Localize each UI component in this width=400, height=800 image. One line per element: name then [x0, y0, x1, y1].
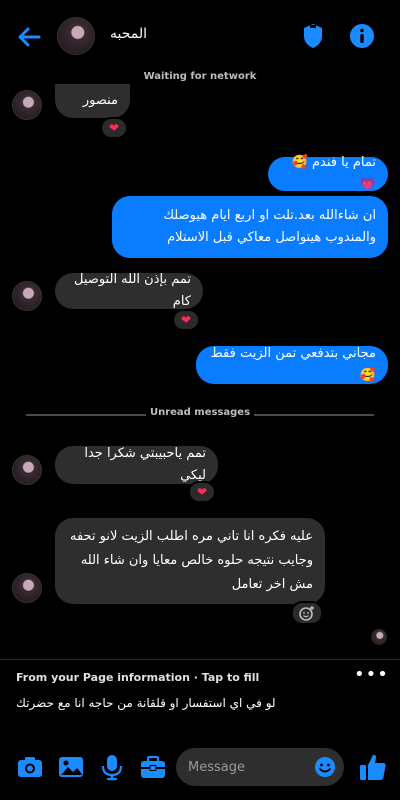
info-icon[interactable] — [348, 22, 376, 50]
conversation-header: المحبه — [0, 0, 400, 70]
sender-avatar[interactable] — [12, 281, 42, 311]
unread-divider: Unread messages — [0, 407, 400, 421]
heart-reaction-icon[interactable]: ❤ — [172, 309, 200, 331]
message-input-container[interactable] — [176, 748, 344, 786]
message-text: عليه فكره انا تاني مره اطلب الزيت لانو ت… — [69, 529, 313, 592]
network-status: Waiting for network — [143, 71, 257, 82]
more-options-icon[interactable]: ••• — [354, 664, 389, 685]
separator — [0, 659, 400, 660]
page-info-title[interactable]: From your Page information · Tap to fill — [16, 671, 259, 684]
heart-reaction-icon[interactable]: ❤ — [100, 117, 128, 139]
add-emoji-icon — [299, 606, 314, 621]
sender-avatar[interactable] — [12, 90, 42, 120]
message-bubble-incoming[interactable]: عليه فكره انا تاني مره اطلب الزيت لانو ت… — [55, 518, 325, 604]
camera-icon[interactable] — [16, 753, 44, 781]
message-text: تمم ياحبيبتي شكرا جدا ليكي — [84, 446, 206, 483]
message-bubble-outgoing[interactable]: ان شاءالله بعد.تلت او اربع ايام هيوصلك و… — [112, 196, 388, 258]
page-info-suggestion[interactable]: لو في اي استفسار او قلقانة من حاجه انا م… — [16, 696, 276, 710]
briefcase-icon[interactable] — [139, 753, 167, 781]
sender-avatar[interactable] — [12, 455, 42, 485]
message-bubble-incoming[interactable]: تمم بإذن الله التوصيل كام — [55, 272, 203, 309]
thumbs-up-icon[interactable] — [358, 752, 388, 782]
heart-reaction-icon[interactable]: ❤ — [188, 481, 216, 503]
unread-label: Unread messages — [149, 407, 251, 418]
message-text: منصور — [82, 93, 118, 108]
image-icon[interactable] — [57, 753, 85, 781]
add-reaction-button[interactable] — [291, 601, 323, 625]
message-text: مجاني بتدفعي تمن الزيت فقط 🥰 — [210, 346, 376, 383]
contact-avatar[interactable] — [57, 17, 95, 55]
message-input[interactable] — [188, 748, 308, 786]
message-text: تمام يا فندم 🥰💗 — [291, 155, 376, 192]
back-arrow-icon[interactable] — [14, 22, 44, 52]
shield-icon[interactable] — [300, 22, 326, 50]
mic-icon[interactable] — [98, 753, 126, 781]
message-bubble-outgoing[interactable]: تمام يا فندم 🥰💗 — [268, 155, 388, 192]
sender-avatar[interactable] — [12, 573, 42, 603]
message-text: ان شاءالله بعد.تلت او اربع ايام هيوصلك و… — [163, 208, 376, 245]
contact-name[interactable]: المحبه — [110, 26, 147, 42]
message-bubble-incoming[interactable]: منصور — [55, 84, 130, 118]
seen-receipt-avatar — [371, 629, 387, 645]
message-text: تمم بإذن الله التوصيل كام — [74, 272, 191, 309]
message-bubble-outgoing[interactable]: مجاني بتدفعي تمن الزيت فقط 🥰 — [196, 346, 388, 384]
emoji-icon[interactable] — [314, 756, 336, 778]
message-bubble-incoming[interactable]: تمم ياحبيبتي شكرا جدا ليكي — [55, 446, 218, 484]
